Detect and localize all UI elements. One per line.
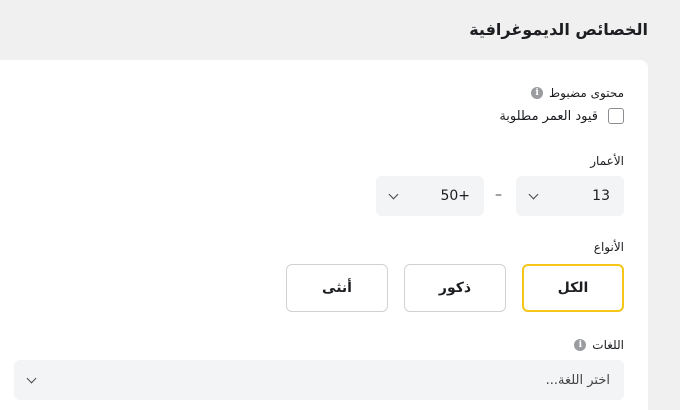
genders-label: الأنواع xyxy=(594,240,624,254)
age-from-value: 13 xyxy=(592,188,610,204)
info-icon[interactable]: i xyxy=(574,339,587,351)
languages-row: اللغات i xyxy=(574,338,624,352)
language-select[interactable]: اختر اللغة... xyxy=(14,360,624,400)
chevron-down-icon xyxy=(26,373,37,383)
info-icon[interactable]: i xyxy=(531,87,544,99)
restricted-content-row: محتوى مضبوط i xyxy=(531,86,624,100)
age-from-select[interactable]: 13 xyxy=(516,176,624,216)
age-restriction-row[interactable]: قيود العمر مطلوبة xyxy=(499,108,624,124)
age-restriction-label: قيود العمر مطلوبة xyxy=(499,108,598,124)
age-to-select[interactable]: 50+ xyxy=(376,176,484,216)
restricted-content-label: محتوى مضبوط xyxy=(549,86,624,100)
chevron-down-icon xyxy=(388,189,399,199)
ages-label: الأعمار xyxy=(590,154,624,168)
ages-label-text: الأعمار xyxy=(590,154,624,168)
age-restriction-checkbox[interactable] xyxy=(608,108,624,124)
demographics-card: محتوى مضبوط i قيود العمر مطلوبة الأعمار … xyxy=(0,60,648,410)
section-title: الخصائص الديموغرافية xyxy=(469,20,648,39)
language-placeholder: اختر اللغة... xyxy=(545,372,610,388)
gender-female-button[interactable]: أنثى xyxy=(286,264,388,312)
languages-label: اللغات xyxy=(592,338,624,352)
genders-label-text: الأنواع xyxy=(593,240,624,254)
chevron-down-icon xyxy=(528,189,539,199)
gender-male-button[interactable]: ذكور xyxy=(404,264,506,312)
gender-all-button[interactable]: الكل xyxy=(522,264,624,312)
age-range-separator: – xyxy=(495,187,502,203)
age-to-value: 50+ xyxy=(440,188,470,204)
